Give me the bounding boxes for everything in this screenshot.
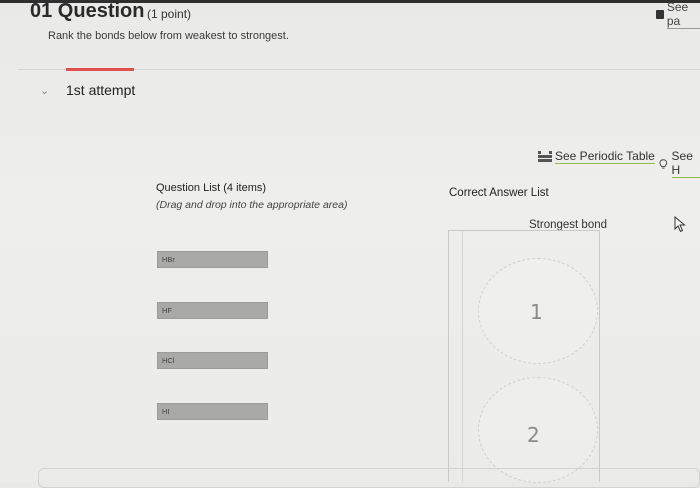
- see-periodic-table-link[interactable]: See Periodic Table: [538, 149, 655, 164]
- periodic-table-icon: [538, 151, 552, 162]
- question-points: (1 point): [147, 7, 192, 21]
- question-list-hint: (Drag and drop into the appropriate area…: [156, 199, 348, 211]
- attempt-indicator: [66, 68, 134, 71]
- question-title: 01 Question: [30, 0, 145, 22]
- see-hint-label: See H: [671, 149, 700, 178]
- mouse-cursor-icon: [674, 216, 686, 233]
- question-prompt: Rank the bonds below from weakest to str…: [48, 30, 289, 42]
- book-icon: [656, 10, 664, 19]
- item-label: HF: [162, 306, 172, 315]
- item-label: HI: [162, 407, 170, 416]
- periodic-table-label: See Periodic Table: [555, 149, 655, 164]
- see-hint-link[interactable]: See H: [659, 149, 700, 178]
- slot-number: 2: [527, 423, 540, 447]
- chevron-down-icon[interactable]: ⌄: [40, 84, 49, 97]
- draggable-item-hbr[interactable]: HBr: [157, 251, 268, 268]
- see-page-label: See pa: [666, 0, 700, 29]
- next-section-frame: [38, 468, 700, 488]
- attempt-label[interactable]: 1st attempt: [66, 82, 135, 98]
- draggable-item-hi[interactable]: HI: [157, 403, 268, 420]
- lightbulb-icon: [659, 158, 668, 169]
- item-label: HCl: [162, 356, 175, 365]
- question-list-title: Question List (4 items): [156, 182, 267, 194]
- item-label: HBr: [162, 255, 175, 264]
- see-page-link[interactable]: See pa: [656, 0, 700, 29]
- draggable-item-hf[interactable]: HF: [157, 302, 268, 319]
- slot-number: 1: [530, 300, 543, 324]
- draggable-item-hcl[interactable]: HCl: [157, 352, 268, 369]
- answer-list-title: Correct Answer List: [449, 187, 549, 199]
